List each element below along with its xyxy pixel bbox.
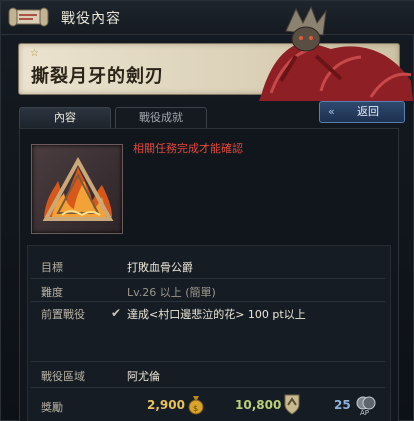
- ap-icon: AP: [356, 396, 376, 416]
- area-label: 戰役區域: [41, 370, 85, 383]
- tab-content[interactable]: 內容: [19, 107, 111, 129]
- prerequisite-label: 前置戰役: [41, 308, 85, 321]
- quest-icon-frame: [31, 144, 123, 234]
- target-value: 打敗血骨公爵: [127, 261, 193, 274]
- check-icon: ✔: [111, 306, 122, 320]
- reward-gold: 2,900: [147, 398, 185, 412]
- prerequisite-value: 達成<村口邊悲泣的花> 100 pt以上: [127, 308, 306, 321]
- back-button[interactable]: « 返回: [319, 101, 405, 123]
- divider: [31, 301, 385, 302]
- svg-text:AP: AP: [360, 409, 369, 416]
- difficulty-label: 難度: [41, 286, 63, 299]
- window-title: 戰役內容: [61, 11, 121, 27]
- money-bag-icon: $: [188, 396, 204, 415]
- tab-campaign-achievements[interactable]: 戰役成就: [115, 107, 207, 129]
- back-button-label: 返回: [357, 105, 379, 118]
- svg-text:$: $: [193, 404, 198, 413]
- shield-badge-icon: [284, 394, 300, 415]
- reward-label: 獎勵: [41, 401, 63, 414]
- quest-fire-icon: [42, 156, 114, 221]
- star-icon: ☆: [30, 48, 39, 59]
- divider: [31, 387, 385, 388]
- divider: [31, 278, 385, 279]
- area-value: 阿尤倫: [127, 370, 160, 383]
- boss-portrait: [259, 5, 413, 101]
- target-label: 目標: [41, 261, 63, 274]
- reward-contribution: 10,800: [235, 398, 282, 412]
- campaign-title: 撕裂月牙的劍刃: [31, 66, 164, 87]
- difficulty-value: Lv.26 以上 (簡單): [127, 286, 216, 299]
- unlock-notice: 相關任務完成才能確認: [133, 142, 243, 155]
- divider: [31, 361, 385, 362]
- scroll-icon: [8, 7, 49, 27]
- reward-ap: 25: [334, 398, 351, 412]
- campaign-window: 戰役內容 ☆ 撕裂月牙的劍刃 內容 戰役成就 « 返回 相關任務完成才能確認 目…: [0, 0, 414, 421]
- campaign-info-box: [27, 245, 391, 421]
